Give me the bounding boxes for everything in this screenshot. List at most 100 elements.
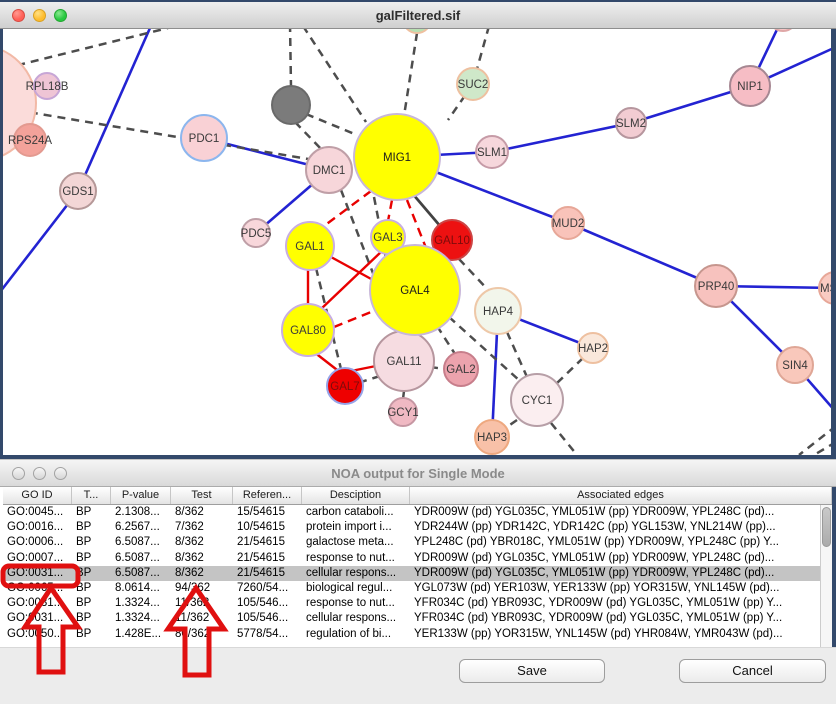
cell-associated_edges: YFR034C (pd) YBR093C, YDR009W (pd) YGL03… [410,596,820,611]
cell-p_value: 6.2567... [111,520,171,535]
table-row[interactable]: GO:0031...BP1.3324...11/362105/546...res… [3,596,820,611]
cell-reference: 105/546... [233,611,302,626]
node-PDC5[interactable] [242,219,270,247]
node-SIN4[interactable] [777,347,813,383]
cell-type: BP [72,611,111,626]
node-PDC1[interactable] [181,115,227,161]
column-header[interactable]: GO ID [3,487,72,504]
table-row[interactable]: GO:0050...BP1.428E...80/3625778/54...reg… [3,627,820,642]
cell-associated_edges: YFR034C (pd) YBR093C, YDR009W (pd) YGL03… [410,611,820,626]
cell-test: 7/362 [171,520,233,535]
cell-associated_edges: YDR009W (pd) YGL035C, YML051W (pp) YDR00… [410,505,820,520]
node-gray-node[interactable] [272,86,310,124]
cell-go_id: GO:0016... [3,520,72,535]
table-row[interactable]: GO:0045...BP2.1308...8/36215/54615carbon… [3,505,820,520]
cell-associated_edges: YGL073W (pd) YER103W, YER133W (pp) YOR31… [410,581,820,596]
column-header[interactable]: T... [72,487,111,504]
cell-description: carbon cataboli... [302,505,410,520]
save-button[interactable]: Save [459,659,605,683]
network-window-titlebar: galFiltered.sif [0,0,836,29]
cell-test: 8/362 [171,505,233,520]
cell-type: BP [72,520,111,535]
cell-test: 11/362 [171,596,233,611]
node-HAP3[interactable] [475,420,509,454]
cell-go_id: GO:0045... [3,505,72,520]
network-window-title: galFiltered.sif [0,8,836,23]
node-SUC2[interactable] [457,68,489,100]
cell-reference: 21/54615 [233,566,302,581]
node-SLM1[interactable] [476,136,508,168]
node-RPL18B[interactable] [34,73,60,99]
node-HAP4[interactable] [475,288,521,334]
node-GCY1[interactable] [389,398,417,426]
desktop-edge-left [0,0,3,455]
node-MIG1[interactable] [354,114,440,200]
table-row[interactable]: GO:0031...BP6.5087...8/36221/54615cellul… [3,566,820,581]
cancel-button[interactable]: Cancel [679,659,826,683]
node-MUD2[interactable] [552,207,584,239]
network-edge [507,332,527,377]
zoom-button[interactable] [54,467,67,480]
minimize-button[interactable] [33,467,46,480]
node-GAL2[interactable] [444,352,478,386]
node-GAL4[interactable] [370,245,460,335]
cell-reference: 10/54615 [233,520,302,535]
scrollbar-thumb[interactable] [822,507,831,547]
table-row[interactable]: GO:0065...BP8.0614...94/3627260/54...bio… [3,581,820,596]
cell-type: BP [72,581,111,596]
node-HAP2[interactable] [578,333,608,363]
cell-reference: 5778/54... [233,627,302,642]
column-header[interactable]: Associated edges [410,487,832,504]
zoom-button[interactable] [54,9,67,22]
node-CYC1[interactable] [511,374,563,426]
network-edge [556,358,583,384]
node-RPS24A[interactable] [14,124,46,156]
network-edge [388,200,392,221]
cell-type: BP [72,551,111,566]
cell-type: BP [72,596,111,611]
node-PRP40[interactable] [695,265,737,307]
cell-reference: 21/54615 [233,535,302,550]
cell-associated_edges: YDR009W (pd) YGL035C, YML051W (pp) YDR00… [410,566,820,581]
cell-p_value: 6.5087... [111,551,171,566]
node-SLM2[interactable] [616,108,646,138]
network-edge [303,26,366,122]
table-row[interactable]: GO:0031...BP1.3324...11/362105/546...cel… [3,611,820,626]
minimize-button[interactable] [33,9,46,22]
cell-p_value: 8.0614... [111,581,171,596]
node-GAL80[interactable] [282,304,334,356]
cell-description: regulation of bi... [302,627,410,642]
network-edge [78,28,150,191]
cell-description: galactose meta... [302,535,410,550]
cell-go_id: GO:0031... [3,596,72,611]
cell-p_value: 1.3324... [111,611,171,626]
cell-description: response to nut... [302,596,410,611]
noa-window-title: NOA output for Single Mode [0,466,836,481]
column-header[interactable]: Test [171,487,233,504]
table-row[interactable]: GO:0006...BP6.5087...8/36221/54615galact… [3,535,820,550]
cell-test: 8/362 [171,566,233,581]
network-canvas[interactable]: RPL18BRPS24AGDS1PDC1DMC1MIG1SUC2SLM1SLM2… [0,0,836,455]
node-NIP1[interactable] [730,66,770,106]
table-row[interactable]: GO:0016...BP6.2567...7/36210/54615protei… [3,520,820,535]
results-table: GO:0045...BP2.1308...8/36215/54615carbon… [3,505,820,647]
node-GAL7[interactable] [327,368,363,404]
column-header[interactable]: P-value [111,487,171,504]
cell-test: 94/362 [171,581,233,596]
cell-reference: 21/54615 [233,551,302,566]
node-GAL1[interactable] [286,222,334,270]
table-row[interactable]: GO:0007...BP6.5087...8/36221/54615respon… [3,551,820,566]
close-button[interactable] [12,9,25,22]
column-header[interactable]: Desciption [302,487,410,504]
node-GAL11[interactable] [374,331,434,391]
cell-go_id: GO:0065... [3,581,72,596]
close-button[interactable] [12,467,25,480]
column-header[interactable]: Referen... [233,487,302,504]
node-GDS1[interactable] [60,173,96,209]
network-edge [0,28,168,72]
node-DMC1[interactable] [306,147,352,193]
cell-description: cellular respons... [302,611,410,626]
cell-go_id: GO:0031... [3,566,72,581]
cell-go_id: GO:0050... [3,627,72,642]
noa-window-titlebar: NOA output for Single Mode [0,459,836,487]
